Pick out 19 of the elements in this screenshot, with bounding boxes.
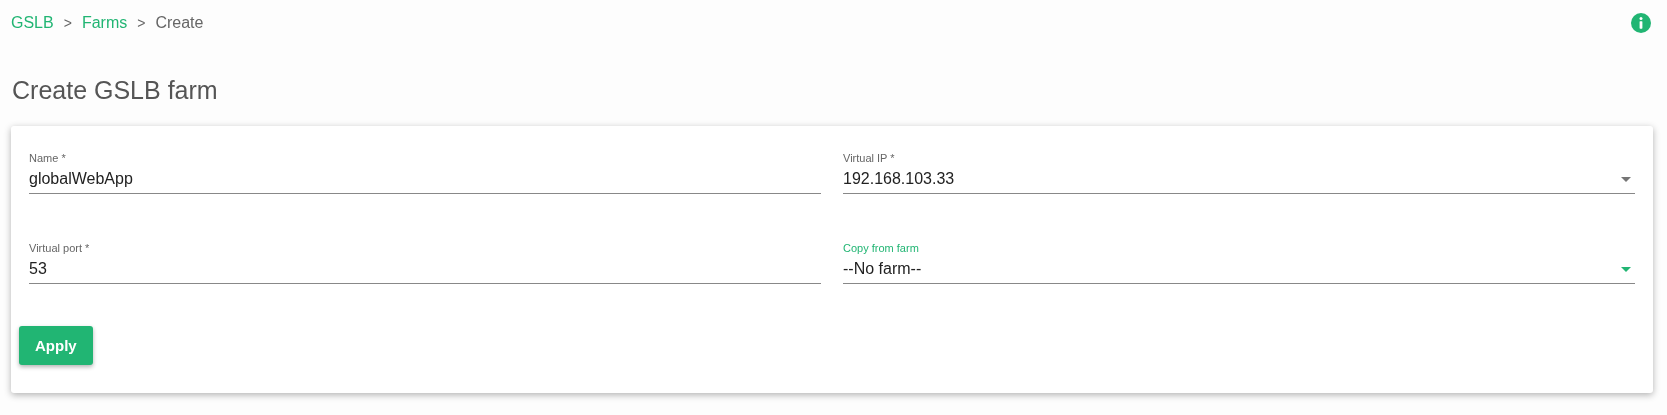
input-field[interactable]: Name * globalWebApp — [29, 152, 821, 194]
field-value: 192.168.103.33 — [843, 170, 955, 188]
field-value: --No farm-- — [843, 260, 922, 278]
select-field[interactable]: Copy from farm --No farm-- — [843, 242, 1635, 284]
input-field[interactable]: Virtual port * 53 — [29, 242, 821, 284]
caret-icon — [1621, 266, 1631, 272]
info-icon[interactable] — [1631, 13, 1651, 33]
breadcrumb-current: Create — [155, 14, 204, 32]
caret-icon — [1621, 176, 1631, 182]
page-title: Create GSLB farm — [12, 76, 219, 105]
field-value: 53 — [29, 260, 47, 278]
breadcrumb-separator: > — [137, 15, 146, 31]
field-label: Virtual port * — [29, 242, 91, 254]
field-label: Name * — [29, 152, 67, 164]
breadcrumb-separator: > — [63, 15, 72, 31]
field-label: Virtual IP * — [843, 152, 896, 164]
select-field[interactable]: Virtual IP * 192.168.103.33 — [843, 152, 1635, 194]
field-label: Copy from farm — [843, 242, 920, 254]
field-value: globalWebApp — [29, 170, 133, 188]
